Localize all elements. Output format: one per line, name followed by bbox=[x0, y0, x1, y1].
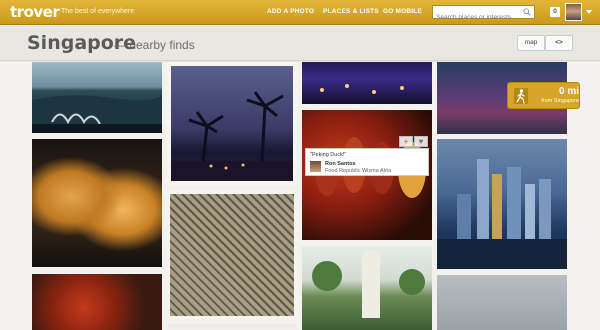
photo-tile[interactable] bbox=[32, 139, 162, 267]
photo-skyline bbox=[437, 159, 567, 269]
photo-merlion bbox=[312, 250, 425, 318]
search-input[interactable] bbox=[433, 11, 519, 24]
page-subtitle: — nearby finds bbox=[114, 38, 195, 52]
avatar[interactable] bbox=[565, 3, 582, 21]
photo-tile[interactable] bbox=[167, 191, 297, 319]
photo-palm-trees bbox=[171, 91, 293, 181]
tagline: The best of everywhere bbox=[61, 8, 135, 15]
logo[interactable]: trover bbox=[10, 3, 60, 21]
nav-places-lists[interactable]: PLACES & LISTS bbox=[323, 8, 379, 15]
notification-badge[interactable]: 0 bbox=[550, 7, 560, 17]
nav-add-photo[interactable]: ADD A PHOTO bbox=[267, 8, 314, 15]
photo-tile[interactable] bbox=[302, 246, 432, 330]
chevron-down-icon[interactable] bbox=[586, 10, 592, 14]
distance-badge: 0 mi from Singapore bbox=[507, 82, 580, 109]
tile-actions: + ♥ bbox=[399, 136, 429, 147]
photo-tile[interactable] bbox=[167, 62, 297, 185]
caption-author[interactable]: Ron Santos bbox=[325, 161, 356, 167]
caption-place[interactable]: Food Republic Wisma Atria bbox=[325, 168, 391, 174]
photo-tile[interactable] bbox=[437, 139, 567, 269]
distance-value: 0 mi bbox=[558, 86, 579, 97]
walk-icon bbox=[514, 88, 528, 104]
photo-tile[interactable] bbox=[437, 275, 567, 330]
photo-caption[interactable]: "Peking Duck!" Ron Santos Food Republic … bbox=[305, 148, 429, 176]
distance-label: from Singapore bbox=[541, 98, 579, 104]
photo-marina-bay bbox=[32, 95, 162, 133]
nav-go-mobile[interactable]: GO MOBILE bbox=[383, 8, 422, 15]
author-avatar[interactable] bbox=[310, 161, 321, 172]
page-header: Singapore — nearby finds map <> bbox=[0, 25, 600, 61]
photo-night-lights bbox=[320, 84, 404, 94]
photo-tile[interactable] bbox=[302, 62, 432, 104]
heart-icon[interactable]: ♥ bbox=[414, 136, 428, 147]
photo-tile[interactable] bbox=[32, 62, 162, 133]
caption-quote: "Peking Duck!" bbox=[310, 152, 347, 158]
map-button[interactable]: map bbox=[517, 35, 545, 51]
embed-button[interactable]: <> bbox=[545, 35, 573, 51]
top-bar: trover The best of everywhere ADD A PHOT… bbox=[0, 0, 600, 25]
photo-tile[interactable] bbox=[32, 274, 162, 330]
add-icon[interactable]: + bbox=[399, 136, 413, 147]
photo-tile[interactable] bbox=[167, 324, 297, 330]
search-box bbox=[432, 5, 535, 24]
search-icon[interactable] bbox=[523, 8, 531, 16]
